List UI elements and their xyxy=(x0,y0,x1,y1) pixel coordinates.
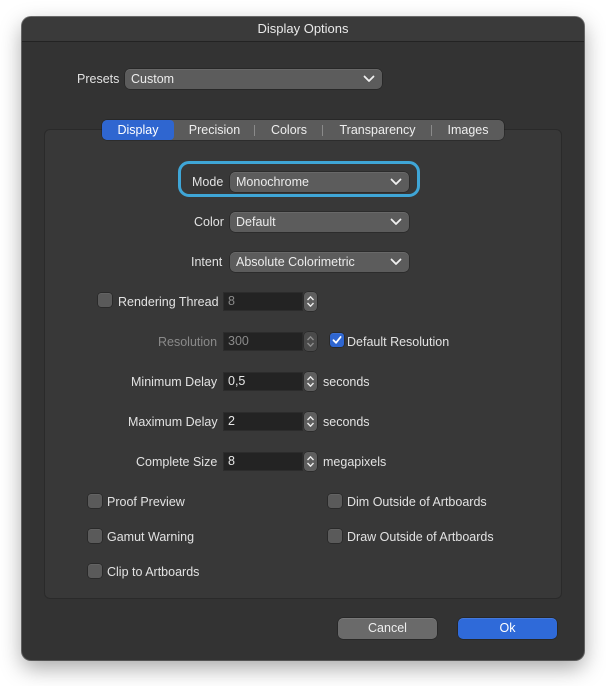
draw-outside-artboards-checkbox[interactable] xyxy=(328,529,342,543)
tab-transparency[interactable]: Transparency xyxy=(323,120,432,140)
maximum-delay-unit: seconds xyxy=(323,415,370,429)
tab-bar: Display Precision Colors Transparency Im… xyxy=(102,120,504,140)
chevron-down-icon xyxy=(363,75,375,82)
display-options-dialog: Display Options Presets Custom Display P… xyxy=(22,17,584,660)
stepper-arrows-icon xyxy=(306,456,315,467)
tab-colors[interactable]: Colors xyxy=(255,120,323,140)
rendering-thread-field[interactable]: 8 xyxy=(223,292,303,311)
chevron-down-icon xyxy=(390,178,402,185)
checkmark-icon xyxy=(332,336,342,344)
dialog-title: Display Options xyxy=(22,17,584,42)
mode-value: Monochrome xyxy=(236,175,309,189)
tab-display[interactable]: Display xyxy=(102,120,174,140)
dim-outside-artboards-checkbox[interactable] xyxy=(328,494,342,508)
intent-label: Intent xyxy=(191,255,223,269)
chevron-down-icon xyxy=(390,258,402,265)
chevron-down-icon xyxy=(390,218,402,225)
ok-button[interactable]: Ok xyxy=(458,618,557,639)
resolution-field[interactable]: 300 xyxy=(223,332,303,351)
complete-size-unit: megapixels xyxy=(323,455,387,469)
minimum-delay-unit: seconds xyxy=(323,375,370,389)
proof-preview-label: Proof Preview xyxy=(107,495,185,509)
minimum-delay-stepper[interactable] xyxy=(304,372,317,391)
complete-size-field[interactable]: 8 xyxy=(223,452,303,471)
maximum-delay-stepper[interactable] xyxy=(304,412,317,431)
rendering-thread-label: Rendering Thread xyxy=(118,295,219,309)
minimum-delay-label: Minimum Delay xyxy=(131,375,218,389)
intent-value: Absolute Colorimetric xyxy=(236,255,355,269)
presets-popup[interactable]: Custom xyxy=(125,69,382,89)
stepper-arrows-icon xyxy=(306,416,315,427)
rendering-thread-checkbox[interactable] xyxy=(98,293,112,307)
resolution-stepper[interactable] xyxy=(304,332,317,351)
intent-popup[interactable]: Absolute Colorimetric xyxy=(230,252,409,272)
default-resolution-checkbox[interactable] xyxy=(330,333,344,347)
default-resolution-label: Default Resolution xyxy=(347,335,450,349)
clip-to-artboards-label: Clip to Artboards xyxy=(107,565,200,579)
presets-value: Custom xyxy=(131,72,175,86)
stepper-arrows-icon xyxy=(306,296,315,307)
color-popup[interactable]: Default xyxy=(230,212,409,232)
draw-outside-artboards-label: Draw Outside of Artboards xyxy=(347,530,494,544)
resolution-label: Resolution xyxy=(158,335,218,349)
stepper-arrows-icon xyxy=(306,376,315,387)
presets-label: Presets xyxy=(77,72,120,86)
dim-outside-artboards-label: Dim Outside of Artboards xyxy=(347,495,487,509)
maximum-delay-label: Maximum Delay xyxy=(128,415,218,429)
complete-size-stepper[interactable] xyxy=(304,452,317,471)
stepper-arrows-icon xyxy=(306,336,315,347)
rendering-thread-stepper[interactable] xyxy=(304,292,317,311)
clip-to-artboards-checkbox[interactable] xyxy=(88,564,102,578)
minimum-delay-field[interactable]: 0,5 xyxy=(223,372,303,391)
tab-content-panel xyxy=(44,129,562,599)
complete-size-label: Complete Size xyxy=(136,455,218,469)
tab-images[interactable]: Images xyxy=(432,120,504,140)
cancel-button[interactable]: Cancel xyxy=(338,618,437,639)
gamut-warning-label: Gamut Warning xyxy=(107,530,195,544)
mode-popup[interactable]: Monochrome xyxy=(230,172,409,192)
color-label: Color xyxy=(194,215,224,229)
proof-preview-checkbox[interactable] xyxy=(88,494,102,508)
gamut-warning-checkbox[interactable] xyxy=(88,529,102,543)
maximum-delay-field[interactable]: 2 xyxy=(223,412,303,431)
color-value: Default xyxy=(236,215,276,229)
tab-precision[interactable]: Precision xyxy=(174,120,255,140)
